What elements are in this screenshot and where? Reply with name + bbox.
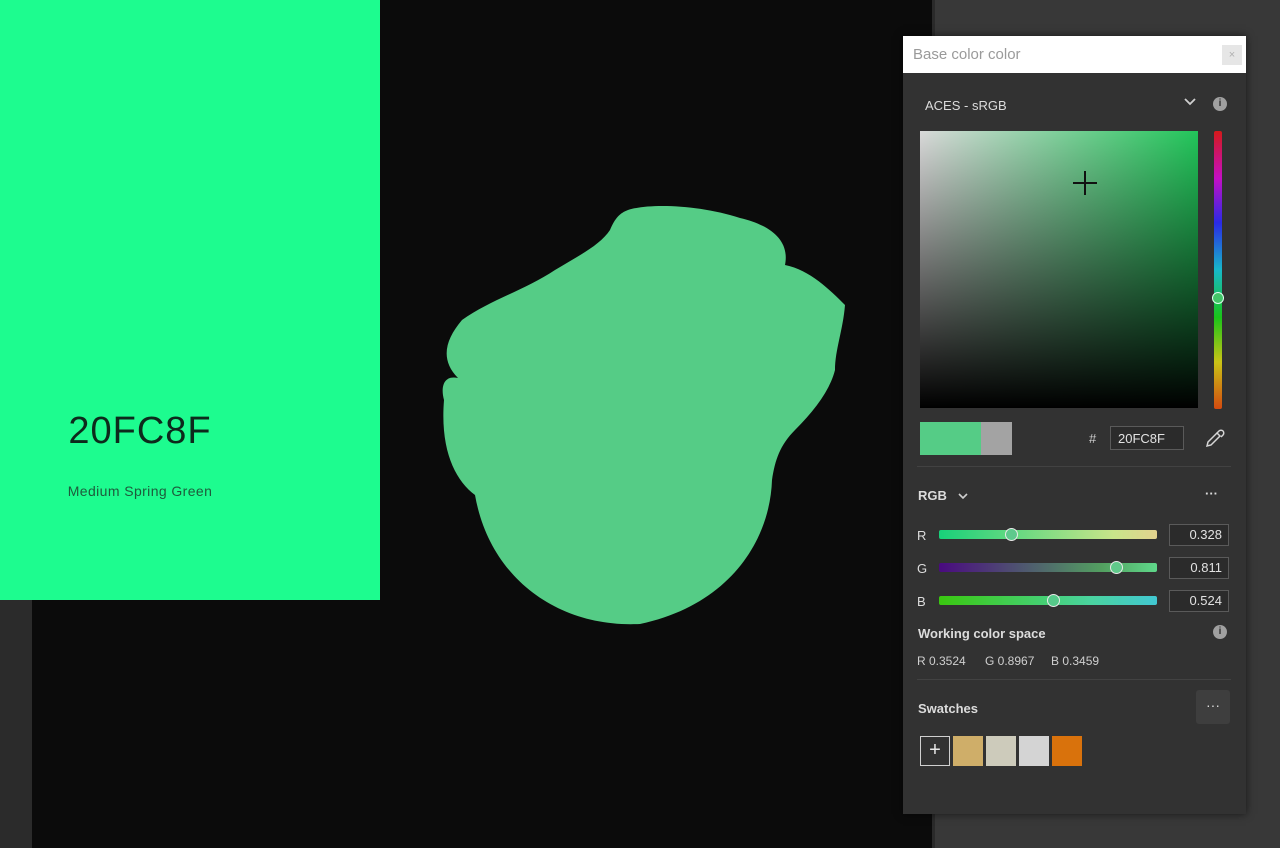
working-space-r: R 0.3524 <box>917 654 966 668</box>
info-icon[interactable]: i <box>1213 97 1227 111</box>
slider-r-track[interactable] <box>939 530 1157 539</box>
value-field-g[interactable]: 0.811 <box>1169 557 1229 579</box>
swatch[interactable] <box>1019 736 1049 766</box>
value-field-r[interactable]: 0.328 <box>1169 524 1229 546</box>
working-space-title: Working color space <box>918 626 1046 641</box>
new-color-preview <box>920 422 981 455</box>
hue-slider[interactable] <box>1214 131 1222 409</box>
hex-prefix: # <box>1089 431 1097 446</box>
channel-label-r: R <box>917 528 927 543</box>
swatch[interactable] <box>953 736 983 766</box>
add-swatch-button[interactable]: + <box>920 736 950 766</box>
channel-label-b: B <box>917 594 926 609</box>
swatch[interactable] <box>1052 736 1082 766</box>
channel-label-g: G <box>917 561 928 576</box>
working-space-b: B 0.3459 <box>1051 654 1100 668</box>
close-button[interactable]: × <box>1222 45 1242 65</box>
swatch[interactable] <box>986 736 1016 766</box>
color-preview <box>920 422 1012 455</box>
color-picker-panel: Base color color × ACES - sRGB i # RGB ·… <box>903 36 1246 814</box>
sv-black-gradient <box>920 131 1198 408</box>
crosshair-icon[interactable] <box>1073 171 1097 195</box>
slider-g-handle[interactable] <box>1109 561 1123 574</box>
value-field-b[interactable]: 0.524 <box>1169 590 1229 612</box>
divider <box>917 466 1231 467</box>
working-space-info-icon[interactable]: i <box>1213 625 1227 639</box>
swatches-title: Swatches <box>918 701 978 716</box>
color-mode-label[interactable]: RGB <box>918 488 947 503</box>
channel-options-button[interactable]: ··· <box>1205 486 1218 501</box>
panel-titlebar[interactable]: Base color color × <box>903 36 1246 73</box>
old-color-preview[interactable] <box>981 422 1012 455</box>
hex-input[interactable] <box>1110 426 1184 450</box>
mode-chevron-down-icon[interactable] <box>957 489 969 507</box>
eyedropper-icon[interactable] <box>1203 427 1225 454</box>
slider-r-handle[interactable] <box>1004 528 1018 541</box>
hue-slider-handle[interactable] <box>1212 292 1224 304</box>
chevron-down-icon[interactable] <box>1183 95 1197 114</box>
saturation-value-field[interactable] <box>920 131 1198 408</box>
slider-b-handle[interactable] <box>1047 594 1061 607</box>
colorspace-dropdown-label[interactable]: ACES - sRGB <box>925 98 1007 113</box>
swatches-options-button[interactable]: ··· <box>1196 690 1230 724</box>
working-space-g: G 0.8967 <box>985 654 1035 668</box>
panel-title: Base color color <box>913 46 1021 63</box>
divider <box>917 679 1231 680</box>
slider-g-track[interactable] <box>939 563 1157 572</box>
